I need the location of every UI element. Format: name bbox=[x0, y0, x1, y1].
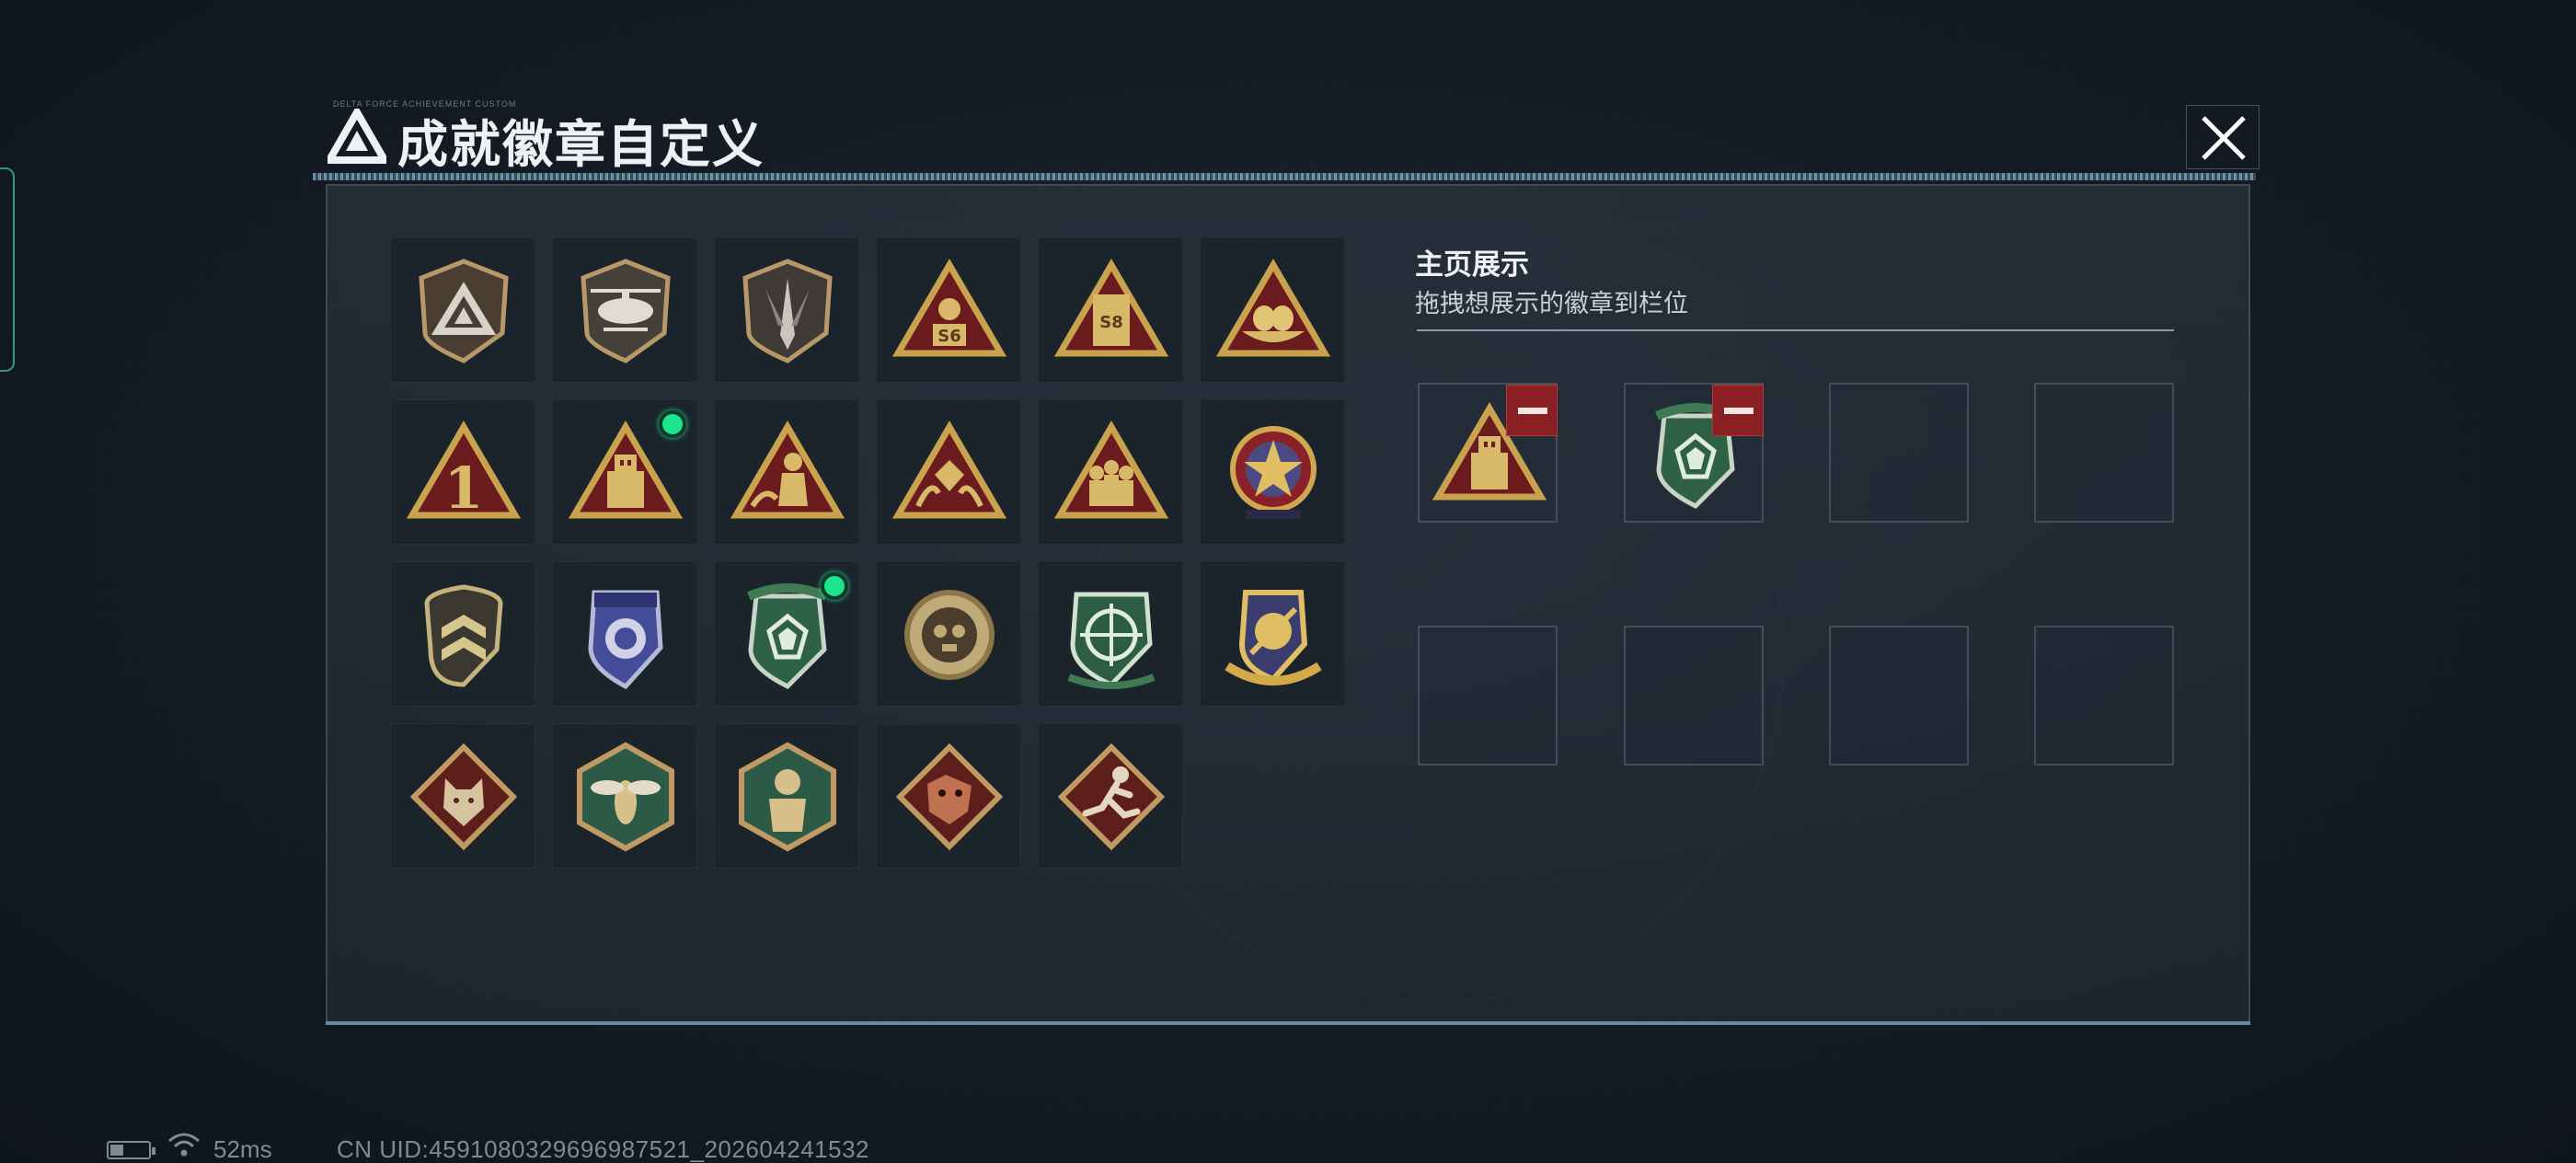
gold-wings-crest-badge-icon bbox=[1225, 590, 1322, 685]
badge-dagger-shield[interactable] bbox=[714, 237, 859, 383]
dialog-header: DELTA FORCE ACHIEVEMENT CUSTOM 成就徽章自定义 bbox=[313, 99, 2267, 180]
badge-soldier-wave-triangle[interactable] bbox=[714, 399, 859, 545]
squad-triangle-badge-icon bbox=[1053, 420, 1169, 519]
delta-logo-icon bbox=[328, 109, 386, 164]
badge-chevron-shield[interactable] bbox=[390, 561, 535, 707]
display-slot-7[interactable] bbox=[1829, 626, 1969, 766]
skull-round-badge-icon bbox=[904, 590, 995, 680]
uid-readout: CN UID:4591080329696987521_202604241532 bbox=[337, 1135, 869, 1163]
runner-diamond-badge-icon bbox=[1057, 743, 1166, 851]
soldier-wave-triangle-badge-icon bbox=[730, 420, 845, 519]
delta-shield-badge-icon bbox=[419, 259, 509, 363]
ping-readout: 52ms bbox=[213, 1135, 272, 1163]
display-slot-5[interactable] bbox=[1418, 626, 1558, 766]
header-divider bbox=[313, 173, 2256, 180]
badge-blue-crest[interactable] bbox=[552, 561, 697, 707]
badge-dragon-diamond[interactable] bbox=[876, 723, 1021, 869]
svg-text:1: 1 bbox=[443, 455, 483, 522]
display-section-title: 主页展示 bbox=[1415, 248, 1529, 281]
badge-runner-diamond[interactable] bbox=[1038, 723, 1183, 869]
remove-badge-button-2[interactable] bbox=[1712, 385, 1764, 436]
selected-indicator-usb bbox=[659, 410, 686, 438]
blue-crest-badge-icon bbox=[588, 590, 663, 690]
display-section-hint: 拖拽想展示的徽章到栏位 bbox=[1415, 290, 1688, 317]
badge-star-medal[interactable] bbox=[1200, 399, 1345, 545]
badge-s8-triangle[interactable]: S8 bbox=[1038, 237, 1183, 383]
monkey-hexagon-badge-icon bbox=[739, 742, 836, 852]
remove-badge-button-1[interactable] bbox=[1506, 385, 1558, 436]
badge-helicopter-shield[interactable] bbox=[552, 237, 697, 383]
badge-gold-wings-crest[interactable] bbox=[1200, 561, 1345, 707]
wolf-diamond-badge-icon bbox=[409, 743, 518, 851]
badge-s6-triangle[interactable]: S6 bbox=[876, 237, 1021, 383]
wifi-icon bbox=[168, 1133, 200, 1157]
display-slot-3[interactable] bbox=[1829, 383, 1969, 523]
close-icon bbox=[2202, 116, 2246, 160]
display-slot-6[interactable] bbox=[1624, 626, 1764, 766]
badge-gem-hands-triangle[interactable] bbox=[876, 399, 1021, 545]
badge-crosshair-shield[interactable] bbox=[1038, 561, 1183, 707]
display-divider bbox=[1417, 329, 2174, 331]
s8-triangle-badge-icon: S8 bbox=[1053, 259, 1169, 357]
badge-eggs-triangle[interactable] bbox=[1200, 237, 1345, 383]
badge-hornet-hexagon[interactable] bbox=[552, 723, 697, 869]
badge-delta-shield[interactable] bbox=[390, 237, 535, 383]
badge-number-one-triangle[interactable]: 1 bbox=[390, 399, 535, 545]
svg-text:S6: S6 bbox=[937, 327, 961, 346]
number-one-triangle-badge-icon: 1 bbox=[406, 420, 522, 522]
display-slot-8[interactable] bbox=[2034, 626, 2174, 766]
crosshair-shield-badge-icon bbox=[1067, 592, 1156, 689]
display-slot-4[interactable] bbox=[2034, 383, 2174, 523]
battery-icon bbox=[107, 1141, 155, 1159]
badge-monkey-hexagon[interactable] bbox=[714, 723, 859, 869]
selected-indicator-green-gem bbox=[821, 572, 848, 600]
left-edge-tab[interactable] bbox=[0, 167, 15, 372]
badge-wolf-diamond[interactable] bbox=[390, 723, 535, 869]
svg-text:S8: S8 bbox=[1099, 313, 1123, 332]
dagger-shield-badge-icon bbox=[742, 259, 833, 363]
hornet-hexagon-badge-icon bbox=[577, 742, 674, 852]
dragon-diamond-badge-icon bbox=[895, 743, 1004, 851]
chevron-shield-badge-icon bbox=[424, 584, 503, 687]
s6-triangle-badge-icon: S6 bbox=[891, 259, 1007, 357]
panel-bottom-line bbox=[326, 1021, 2250, 1025]
star-medal-badge-icon bbox=[1230, 426, 1317, 519]
eggs-triangle-badge-icon bbox=[1215, 259, 1331, 357]
dialog-title: 成就徽章自定义 bbox=[397, 116, 765, 173]
helicopter-shield-badge-icon bbox=[581, 259, 671, 363]
close-button[interactable] bbox=[2186, 105, 2260, 169]
badge-skull-round[interactable] bbox=[876, 561, 1021, 707]
gem-hands-triangle-badge-icon bbox=[891, 420, 1007, 519]
badge-squad-triangle[interactable] bbox=[1038, 399, 1183, 545]
